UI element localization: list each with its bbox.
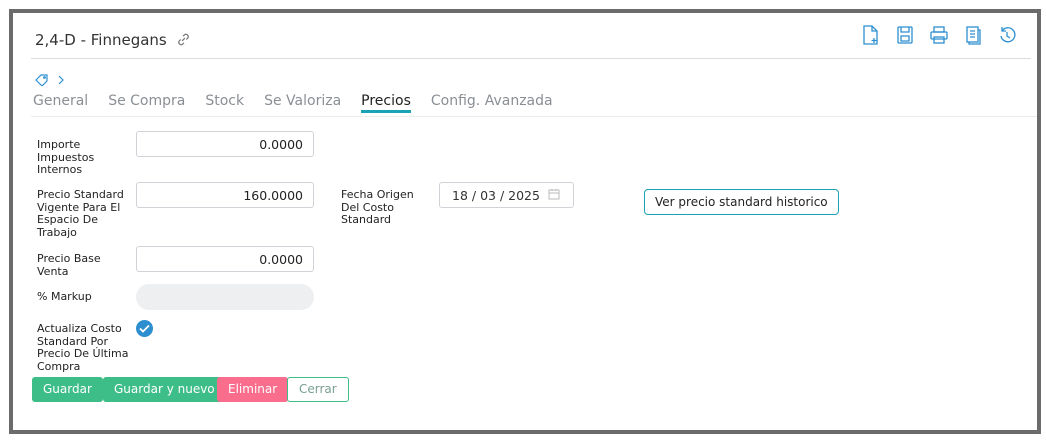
header-divider [31,58,1031,59]
history-icon[interactable] [997,25,1017,45]
tab-se-compra[interactable]: Se Compra [108,93,185,113]
tab-divider [31,116,1037,117]
actualiza-costo-label: Actualiza Costo Standard Por Precio De Ú… [37,322,129,373]
notes-icon[interactable] [963,25,983,45]
tag-icon[interactable] [35,71,49,90]
tag-row [35,71,65,90]
actualiza-costo-checkbox[interactable] [136,320,153,337]
tab-stock[interactable]: Stock [205,93,244,113]
fecha-origen-label: Fecha Origen Del Costo Standard [341,188,414,226]
precio-base-venta-label: Precio Base Venta [37,252,101,278]
print-icon[interactable] [929,25,949,45]
impuestos-label: Importe Impuestos Internos [37,138,95,176]
guardar-button[interactable]: Guardar [32,377,103,402]
tab-general[interactable]: General [33,93,88,113]
form-window: 2,4-D - Finnegans General Se Compra Stoc… [9,9,1041,434]
link-icon[interactable] [176,32,191,51]
page-title-text: 2,4-D - Finnegans [35,31,167,49]
guardar-y-nuevo-button[interactable]: Guardar y nuevo [103,377,226,402]
tab-bar: General Se Compra Stock Se Valoriza Prec… [33,93,553,113]
calendar-icon[interactable] [548,188,560,203]
tab-precios[interactable]: Precios [361,93,411,113]
chevron-right-icon[interactable] [57,71,65,90]
toolbar [861,25,1017,45]
save-icon[interactable] [895,25,915,45]
page-title: 2,4-D - Finnegans [35,31,191,51]
cerrar-button[interactable]: Cerrar [287,377,349,402]
checkmark-icon [139,324,150,333]
eliminar-button[interactable]: Eliminar [217,377,289,402]
tab-se-valoriza[interactable]: Se Valoriza [264,93,341,113]
markup-label: % Markup [37,290,92,303]
fecha-origen-value: 18 / 03 / 2025 [452,187,540,203]
fecha-origen-input[interactable]: 18 / 03 / 2025 [439,182,574,208]
new-document-icon[interactable] [861,25,881,45]
markup-input [136,284,314,310]
ver-precio-historico-button[interactable]: Ver precio standard historico [644,189,839,215]
precio-standard-input[interactable]: 160.0000 [136,182,314,208]
precio-base-venta-input[interactable]: 0.0000 [136,246,314,272]
tab-config-avanzada[interactable]: Config. Avanzada [431,93,553,113]
precio-standard-label: Precio Standard Vigente Para El Espacio … [37,188,124,239]
impuestos-input[interactable]: 0.0000 [136,131,314,157]
